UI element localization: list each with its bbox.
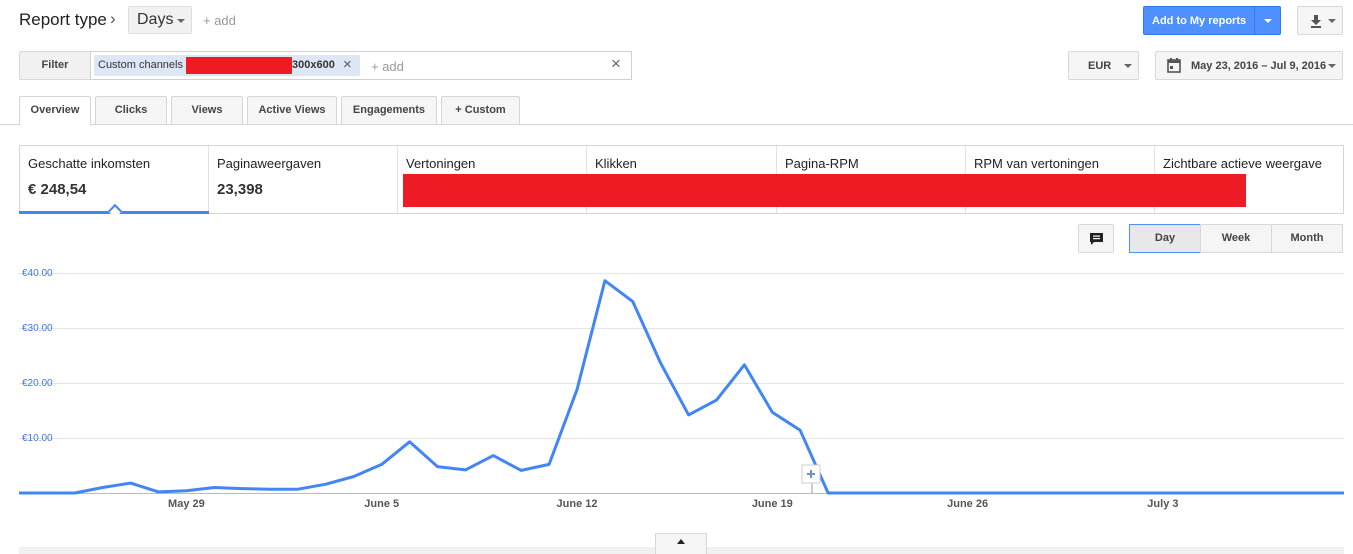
- add-annotation-marker[interactable]: [801, 464, 821, 493]
- comment-icon: [1090, 233, 1103, 245]
- redaction-block: [186, 57, 292, 74]
- filter-add-link[interactable]: + add: [371, 59, 404, 74]
- earnings-series-line: [19, 279, 1344, 495]
- download-button[interactable]: [1297, 6, 1343, 35]
- period-day-button[interactable]: Day: [1129, 224, 1201, 253]
- currency-dropdown[interactable]: EUR: [1068, 51, 1139, 80]
- date-range-label: May 23, 2016 – Jul 9, 2016: [1191, 60, 1327, 72]
- chevron-down-icon[interactable]: [1264, 19, 1272, 23]
- filter-chip[interactable]: Custom channels 300x600 ×: [94, 55, 360, 76]
- tab-clicks[interactable]: Clicks: [95, 96, 167, 125]
- annotation-button[interactable]: [1078, 224, 1114, 253]
- chevron-down-icon: [1328, 64, 1336, 68]
- card-divider: [397, 146, 398, 213]
- tab-active-views[interactable]: Active Views: [247, 96, 337, 125]
- x-tick-label: May 29: [168, 498, 205, 510]
- y-tick-label: €20.00: [22, 378, 53, 389]
- metric-card-page-views[interactable]: Paginaweergaven 23,398: [208, 146, 397, 213]
- metric-label: Geschatte inkomsten: [28, 156, 151, 171]
- metric-label: Zichtbare actieve weergave: [1163, 156, 1322, 171]
- chevron-down-icon: [1328, 19, 1336, 23]
- x-tick-label: June 19: [752, 498, 793, 510]
- chevron-down-icon: [1124, 64, 1132, 68]
- add-dimension-link[interactable]: + add: [203, 13, 236, 28]
- earnings-line-chart: €10.00 €20.00 €30.00 €40.00 May 29 June 5 Jun…: [19, 268, 1344, 510]
- days-dropdown[interactable]: Days: [128, 6, 192, 34]
- chevron-down-icon: [177, 19, 185, 23]
- collapse-chart-button[interactable]: [655, 533, 707, 554]
- date-range-picker[interactable]: May 23, 2016 – Jul 9, 2016: [1155, 51, 1343, 80]
- metric-label: Klikken: [595, 156, 637, 171]
- filter-chip-label: Custom channels: [98, 59, 183, 71]
- filter-button[interactable]: Filter: [19, 51, 91, 80]
- x-axis-ticks: May 29 June 5 June 12 June 19 June 26 July 3: [168, 498, 1178, 510]
- days-label: Days: [137, 11, 174, 28]
- chart-grid: [19, 273, 1344, 494]
- metric-label: Paginaweergaven: [217, 156, 322, 171]
- download-icon: [1311, 15, 1321, 28]
- tab-overview[interactable]: Overview: [19, 96, 91, 126]
- card-divider: [208, 146, 209, 213]
- metric-label: RPM van vertoningen: [974, 156, 1100, 171]
- filter-chip-suffix: 300x600: [292, 59, 335, 71]
- y-tick-label: €10.00: [22, 433, 53, 444]
- redaction-block: [403, 174, 1246, 207]
- y-tick-label: €40.00: [22, 268, 53, 279]
- tab-engagements[interactable]: Engagements: [341, 96, 437, 125]
- metric-value: 23,398: [217, 181, 263, 198]
- clear-filter-icon[interactable]: ×: [611, 54, 621, 74]
- close-icon[interactable]: ×: [343, 56, 352, 73]
- x-tick-label: July 3: [1147, 498, 1178, 510]
- x-tick-label: June 26: [947, 498, 988, 510]
- metric-label: Pagina-RPM: [785, 156, 859, 171]
- x-tick-label: June 5: [364, 498, 399, 510]
- x-tick-label: June 12: [557, 498, 598, 510]
- y-tick-label: €30.00: [22, 323, 53, 334]
- metric-value: € 248,54: [28, 181, 87, 198]
- add-to-my-reports-button[interactable]: Add to My reports: [1143, 6, 1281, 35]
- page-title: Report type: [19, 10, 107, 29]
- button-divider: [1254, 7, 1255, 34]
- add-to-my-reports-label: Add to My reports: [1152, 15, 1247, 27]
- tab-custom[interactable]: + Custom: [441, 96, 520, 125]
- tab-views[interactable]: Views: [171, 96, 243, 125]
- currency-label: EUR: [1088, 60, 1112, 72]
- calendar-icon: [1167, 58, 1181, 73]
- y-axis-ticks: €10.00 €20.00 €30.00 €40.00: [22, 268, 53, 444]
- period-month-button[interactable]: Month: [1271, 224, 1343, 253]
- metric-label: Vertoningen: [406, 156, 476, 171]
- collapse-up-icon: [677, 539, 685, 544]
- chevron-right-icon: ›: [110, 9, 116, 28]
- period-week-button[interactable]: Week: [1200, 224, 1272, 253]
